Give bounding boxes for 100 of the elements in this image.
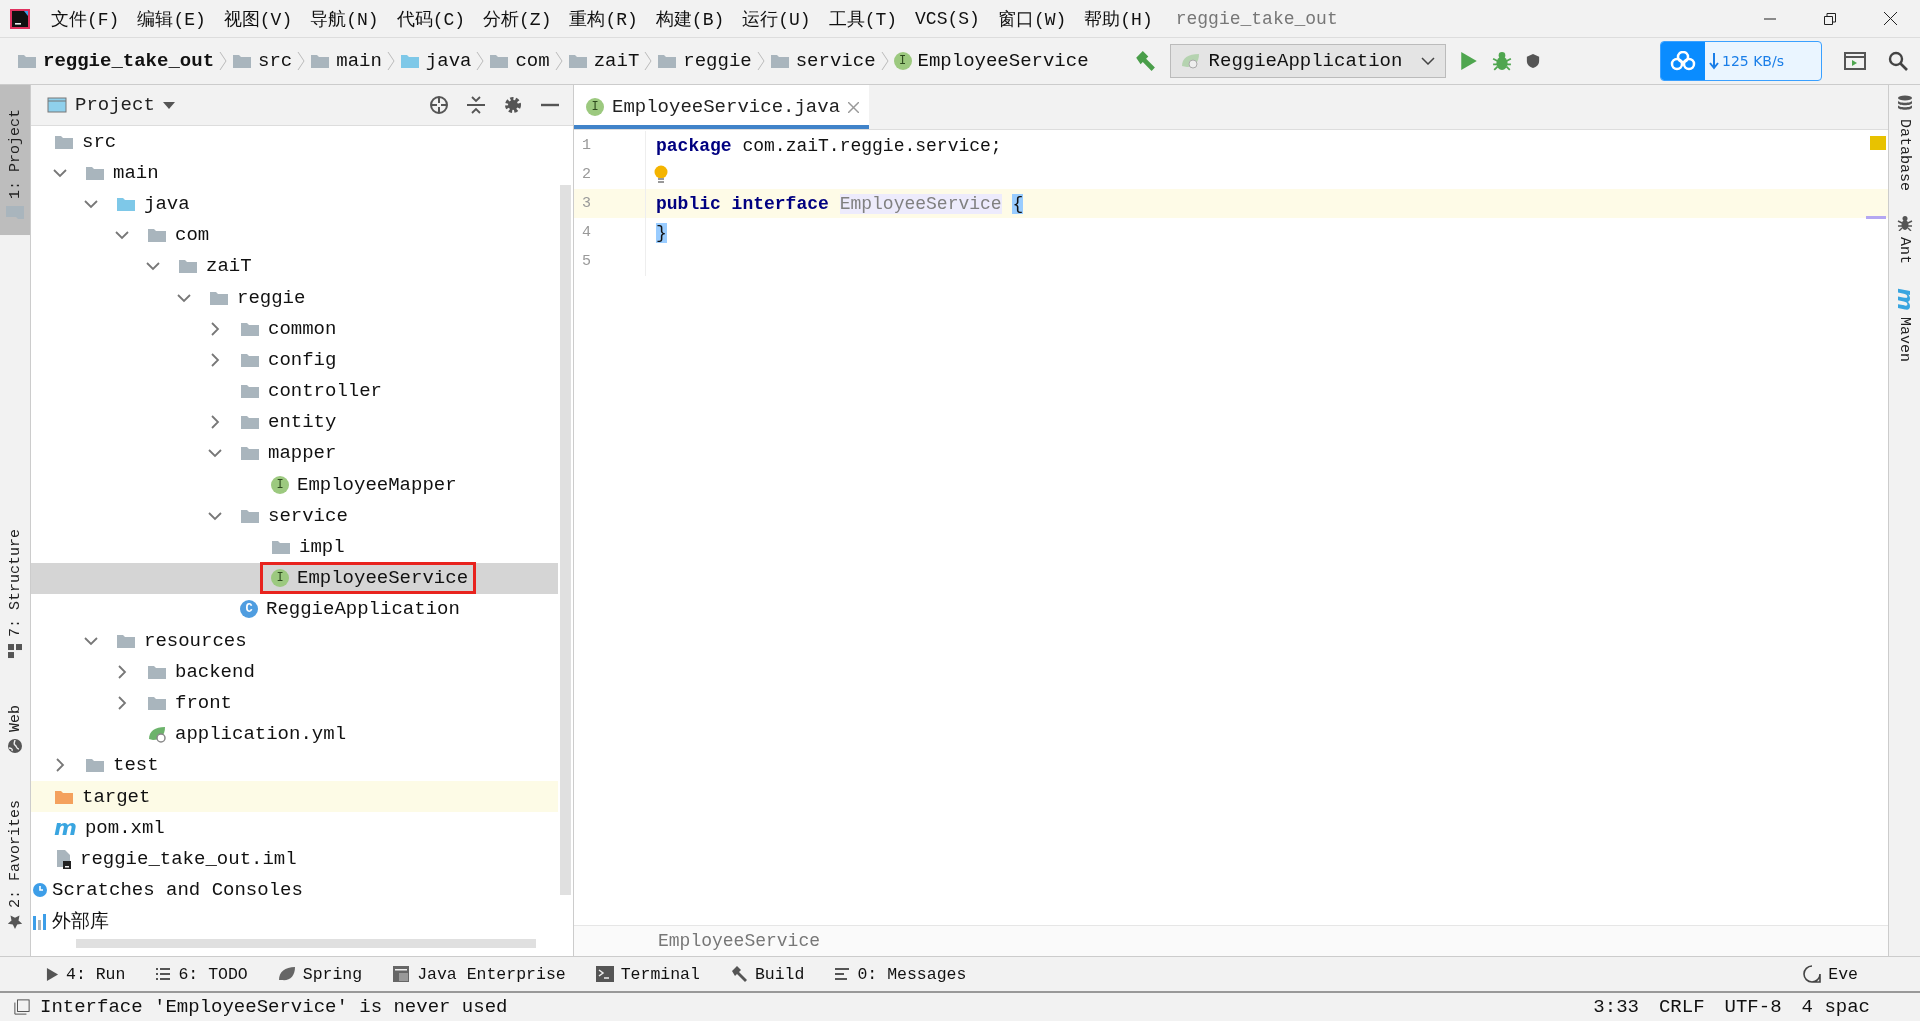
chevron-icon [219, 51, 228, 71]
minimize-icon[interactable] [541, 103, 559, 107]
chevron-icon [386, 51, 395, 71]
download-widget[interactable]: 125 KB/s [1660, 41, 1822, 81]
tree-item[interactable]: entity [268, 411, 337, 434]
breadcrumb-item[interactable]: reggie [652, 50, 757, 72]
tree-item[interactable]: service [268, 504, 348, 527]
tool-window-tab[interactable]: 2: Favorites [0, 787, 30, 942]
tool-window-button[interactable]: Build [729, 964, 805, 984]
scrollbar[interactable] [76, 939, 536, 948]
tool-window-button[interactable]: 4: Run [46, 964, 126, 984]
menu-item[interactable]: 视图(V) [214, 6, 302, 31]
search-icon[interactable] [1888, 51, 1908, 71]
hammer-icon[interactable] [1133, 50, 1156, 72]
menu-item[interactable]: 工具(T) [819, 6, 907, 31]
menu-item[interactable]: 重构(R) [560, 6, 647, 31]
menu-item[interactable]: 代码(C) [387, 6, 475, 31]
tool-window-button[interactable]: 6: TODO [155, 964, 248, 984]
tool-window-button[interactable]: Terminal [595, 964, 700, 984]
breadcrumb-item[interactable]: service [764, 50, 881, 72]
settings-icon[interactable] [503, 95, 523, 115]
tree-item[interactable]: com [175, 224, 210, 247]
tree-item[interactable]: test [113, 754, 159, 777]
menu-item[interactable]: 导航(N) [301, 6, 388, 31]
tool-window-tab[interactable]: 7: Structure [0, 516, 30, 671]
package-icon [240, 320, 260, 337]
tool-window-tab[interactable]: Ant [1896, 215, 1913, 265]
panel-toggle-icon[interactable] [14, 999, 30, 1015]
tree-item[interactable]: target [82, 785, 151, 808]
menu-item[interactable]: 运行(U) [733, 6, 820, 31]
terminal-icon [595, 966, 614, 982]
folder-icon [85, 757, 105, 774]
status-item[interactable]: UTF-8 [1724, 996, 1782, 1018]
crosshair-icon[interactable] [429, 95, 449, 115]
tree-item[interactable]: ReggieApplication [266, 598, 460, 621]
chevron-icon [554, 51, 563, 71]
tool-window-button[interactable]: Spring [277, 964, 363, 984]
tree-item[interactable]: mapper [268, 442, 337, 465]
tree-item[interactable]: impl [299, 536, 345, 559]
tree-item[interactable]: config [268, 348, 337, 371]
tool-window-button[interactable]: 0: Messages [834, 964, 967, 984]
package-icon [240, 445, 260, 462]
status-item[interactable]: 4 spac [1801, 996, 1870, 1018]
lightbulb-icon[interactable] [654, 164, 668, 185]
close-icon[interactable] [848, 101, 860, 113]
breadcrumb-item[interactable]: com [484, 50, 555, 72]
tree-item[interactable]: 外部库 [52, 908, 109, 935]
tree-item[interactable]: reggie_take_out.iml [80, 847, 297, 870]
tree-item[interactable]: application.yml [175, 723, 347, 746]
tree-item[interactable]: main [113, 161, 159, 184]
breadcrumb-item[interactable]: src [227, 50, 298, 72]
breadcrumb-item[interactable]: java [394, 50, 477, 72]
window-icon[interactable] [1844, 52, 1866, 70]
tree-item[interactable]: controller [268, 380, 383, 403]
breadcrumb-item[interactable]: main [305, 50, 387, 72]
breadcrumb-item[interactable]: zaiT [562, 50, 645, 72]
tree-item[interactable]: EmployeeMapper [297, 473, 457, 496]
breadcrumb-item[interactable]: EmployeeService [658, 931, 821, 951]
menu-item[interactable]: 编辑(E) [128, 6, 215, 31]
tree-item[interactable]: java [144, 192, 190, 215]
tree-item[interactable]: common [268, 317, 337, 340]
panel-title-dropdown[interactable]: Project [41, 93, 181, 117]
tree-item[interactable]: reggie [237, 286, 306, 309]
menu-item[interactable]: 构建(B) [646, 6, 734, 31]
tool-window-button[interactable]: Java Enterprise [392, 964, 566, 984]
tool-window-tab[interactable]: m Maven [1895, 288, 1914, 362]
scrollbar[interactable] [560, 185, 571, 895]
tree-item[interactable]: pom.xml [84, 816, 165, 839]
shield-icon[interactable] [1525, 51, 1540, 71]
menu-item[interactable]: 窗口(W) [988, 6, 1076, 31]
tool-window-tab[interactable]: Database [1896, 95, 1913, 191]
run-icon[interactable] [1459, 51, 1478, 71]
tree-item[interactable]: zaiT [206, 255, 252, 278]
tool-window-tab[interactable]: 1: Project [0, 85, 30, 235]
tool-window-tab[interactable]: Web [0, 692, 30, 766]
play-icon [46, 966, 59, 982]
tool-window-button[interactable]: Eve [1803, 964, 1858, 984]
run-configuration-dropdown[interactable]: ReggieApplication [1169, 44, 1446, 78]
editor-tab[interactable]: I EmployeeService.java [574, 85, 870, 129]
menu-item[interactable]: 帮助(H) [1075, 6, 1162, 31]
package-icon [147, 227, 167, 244]
tree-item[interactable]: backend [175, 660, 255, 683]
source-folder-icon [399, 53, 420, 69]
menu-item[interactable]: 文件(F) [42, 6, 129, 31]
warning-marker[interactable] [1870, 136, 1886, 150]
tree-item[interactable]: front [175, 691, 232, 714]
tree-item[interactable]: EmployeeService [297, 567, 469, 590]
breadcrumb-item[interactable]: I EmployeeService [888, 50, 1094, 72]
status-item[interactable]: CRLF [1658, 996, 1705, 1018]
list-icon [155, 967, 172, 981]
menu-item[interactable]: 分析(Z) [474, 6, 561, 31]
tree-item[interactable]: resources [144, 629, 247, 652]
tree-item[interactable]: src [82, 130, 117, 153]
menu-item[interactable]: VCS(S) [906, 8, 989, 29]
collapse-icon[interactable] [467, 95, 485, 115]
interface-icon: I [271, 475, 289, 494]
breadcrumb-item[interactable]: reggie_take_out [12, 50, 220, 72]
tree-item[interactable]: Scratches and Consoles [52, 879, 303, 902]
bug-icon[interactable] [1491, 51, 1512, 71]
status-item[interactable]: 3:33 [1593, 996, 1639, 1018]
